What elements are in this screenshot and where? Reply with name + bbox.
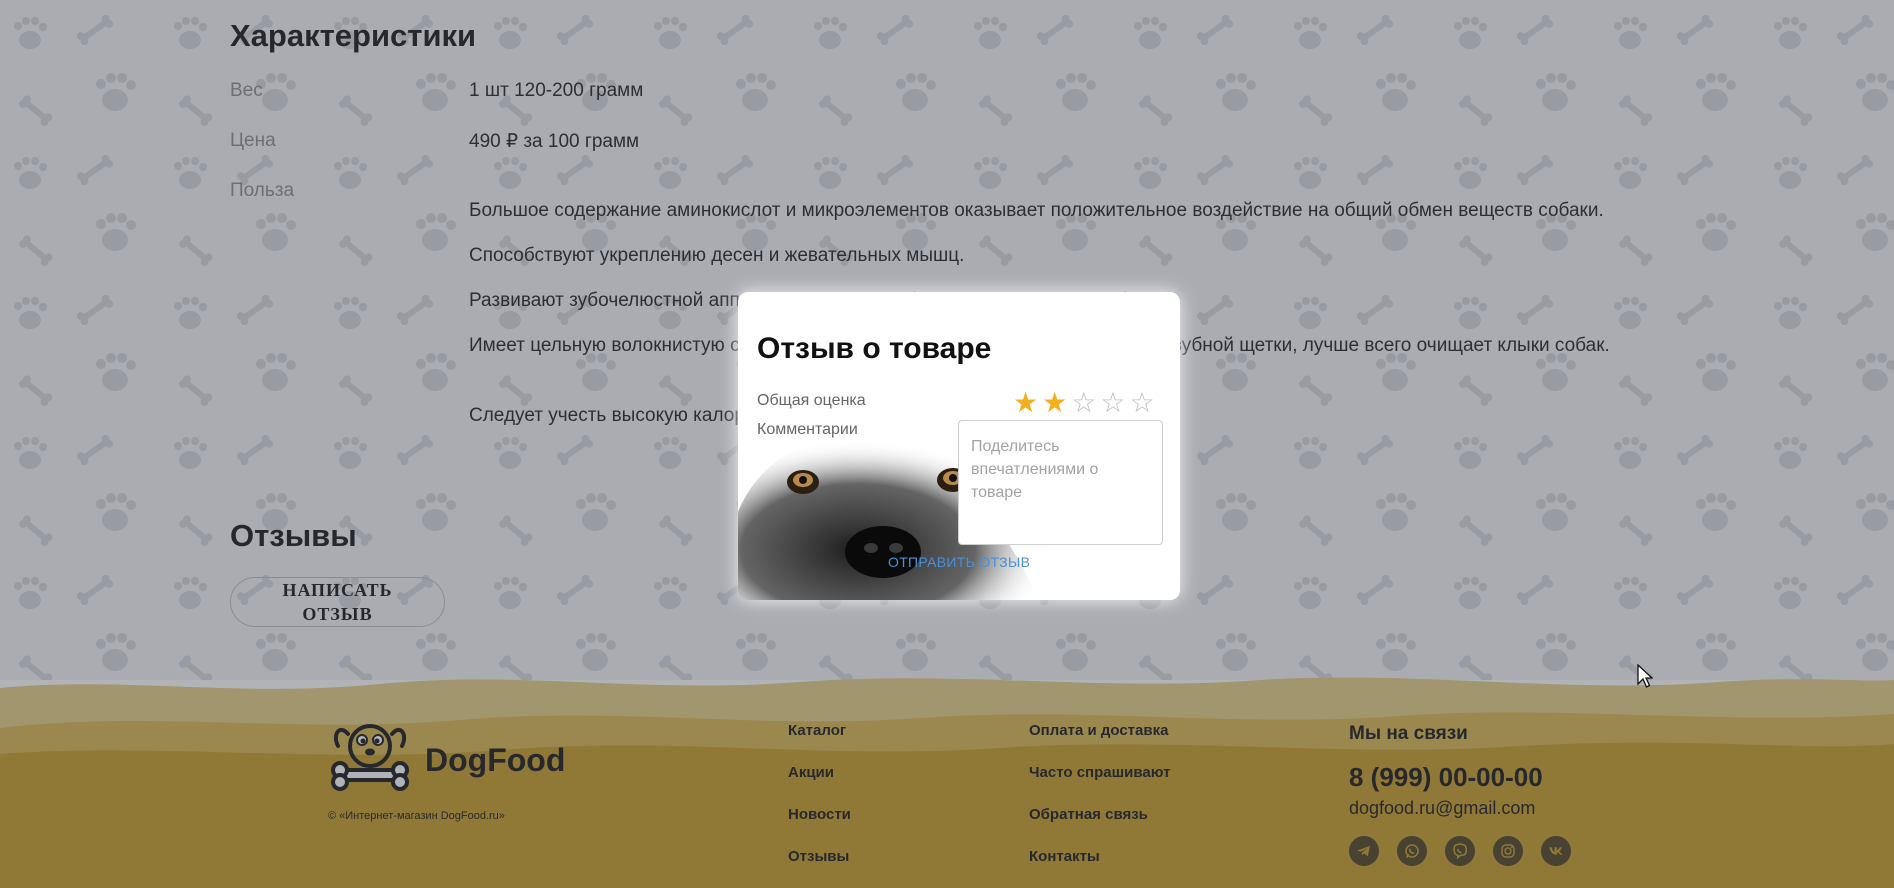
star-filled-icon[interactable]: ★ [1042,389,1067,417]
star-filled-icon[interactable]: ★ [1013,389,1038,417]
comment-input[interactable] [958,420,1163,545]
mouse-cursor-icon [1637,664,1653,688]
rating-stars[interactable]: ★ ★ ☆ ☆ ☆ [1013,389,1155,417]
star-empty-icon[interactable]: ☆ [1129,389,1154,417]
star-empty-icon[interactable]: ☆ [1071,389,1096,417]
submit-review-link[interactable]: ОТПРАВИТЬ ОТЗЫВ [888,554,1030,570]
modal-title: Отзыв о товаре [757,332,992,365]
star-empty-icon[interactable]: ☆ [1100,389,1125,417]
review-modal: Отзыв о товаре Общая оценка ★ ★ ☆ ☆ ☆ Коммен… [738,292,1180,600]
rating-label: Общая оценка [757,392,866,409]
comment-label: Комментарии [757,421,858,438]
